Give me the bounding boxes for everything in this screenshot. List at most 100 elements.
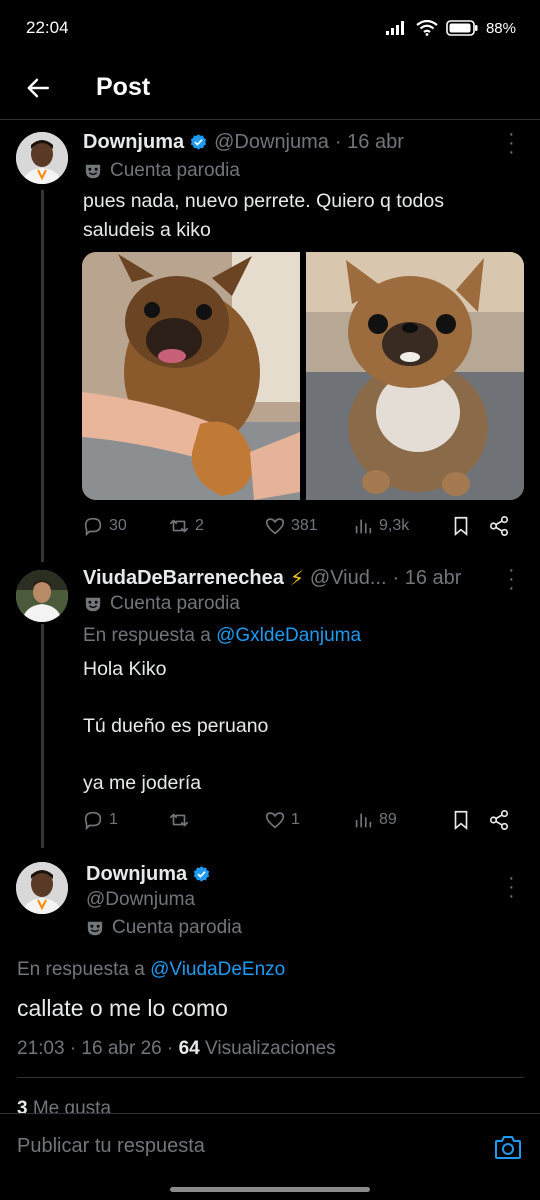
tweet-text-line: pues nada, nuevo perrete. Quiero q todos	[83, 190, 444, 212]
display-name[interactable]: Downjuma	[86, 863, 187, 886]
thread-connector	[41, 190, 44, 562]
likes-summary[interactable]: 3 Me gusta	[17, 1098, 111, 1113]
parody-mask-icon	[85, 164, 101, 179]
reply-count: 1	[109, 811, 118, 828]
views-icon	[355, 519, 372, 534]
views-button[interactable]: 9,3k	[352, 515, 450, 537]
retweet-icon	[169, 519, 189, 533]
reply-button[interactable]: 30	[82, 515, 168, 537]
bookmark-icon	[454, 810, 468, 831]
mention-link[interactable]: @GxldeDanjuma	[216, 625, 361, 646]
views-count: 89	[379, 811, 397, 828]
lightning-emoji: ⚡	[289, 568, 304, 590]
tweet-text: pues nada, nuevo perrete. Quiero q todos…	[83, 187, 444, 245]
replying-to: En respuesta a @GxldeDanjuma	[83, 625, 361, 647]
tweet-media[interactable]	[82, 252, 524, 500]
parody-label: Cuenta parodia	[86, 917, 242, 939]
verified-badge-icon	[193, 866, 210, 882]
verified-badge-icon	[190, 134, 207, 150]
retweet-icon	[169, 813, 189, 827]
tweet-actions: 30 2 381 9,3k	[82, 515, 522, 537]
handle[interactable]: @Viud...	[310, 567, 387, 590]
tweet-text-line	[83, 741, 268, 770]
parody-mask-icon	[87, 921, 103, 936]
reply-composer: Publicar tu respuesta	[0, 1113, 540, 1179]
divider	[17, 1077, 524, 1078]
replying-to-label: En respuesta a	[83, 625, 211, 646]
share-button[interactable]	[488, 515, 510, 537]
retweet-button[interactable]	[168, 809, 264, 831]
handle[interactable]: @Downjuma	[214, 131, 329, 154]
status-icons: 88%	[385, 20, 516, 37]
reply-icon	[84, 811, 102, 831]
views-count: 9,3k	[379, 517, 410, 534]
main-tweet-text: callate o me lo como	[17, 995, 228, 1021]
tweet-text-line: Hola Kiko	[83, 658, 167, 680]
status-bar: 22:04 88%	[0, 0, 540, 56]
replying-to-label: En respuesta a	[17, 959, 145, 980]
views-icon	[355, 813, 372, 828]
views-button[interactable]: 89	[352, 809, 450, 831]
back-button[interactable]	[18, 68, 58, 108]
like-count: 1	[291, 811, 300, 828]
more-options-icon[interactable]: · · ·	[508, 560, 515, 598]
parody-label-text: Cuenta parodia	[110, 160, 240, 181]
dog-photo-1[interactable]	[82, 252, 300, 500]
tweet-author-row: ViudaDeBarrenechea ⚡ @Viud... · 16 abr	[83, 566, 498, 591]
more-options-icon[interactable]: · · ·	[508, 868, 515, 906]
bookmark-button[interactable]	[450, 809, 488, 831]
avatar-image	[16, 570, 68, 622]
reply-input[interactable]: Publicar tu respuesta	[17, 1135, 205, 1158]
replying-to: En respuesta a @ViudaDeEnzo	[17, 959, 285, 981]
parody-label-text: Cuenta parodia	[110, 593, 240, 614]
share-button[interactable]	[488, 809, 510, 831]
bookmark-button[interactable]	[450, 515, 488, 537]
like-button[interactable]: 1	[264, 809, 352, 831]
avatar[interactable]	[16, 570, 68, 622]
reply-count: 30	[109, 517, 127, 534]
retweet-button[interactable]: 2	[168, 515, 264, 537]
likes-label: Me gusta	[32, 1098, 112, 1113]
avatar[interactable]	[16, 132, 68, 184]
tweet-text: Hola Kiko Tú dueño es peruano ya me jode…	[83, 655, 268, 798]
more-options-icon[interactable]: · · ·	[508, 124, 515, 162]
views-label: Visualizaciones	[205, 1038, 336, 1059]
tweet-metadata: 21:03 · 16 abr 26 · 64 Visualizaciones	[17, 1038, 336, 1060]
retweet-count: 2	[195, 517, 204, 534]
heart-icon	[265, 518, 285, 535]
handle[interactable]: @Downjuma	[86, 889, 195, 911]
avatar-image	[16, 862, 68, 914]
avatar[interactable]	[16, 862, 68, 914]
likes-count: 3	[17, 1098, 28, 1113]
camera-icon[interactable]	[494, 1134, 522, 1160]
reply-button[interactable]: 1	[82, 809, 168, 831]
tweet-text-line: ya me jodería	[83, 772, 202, 794]
top-app-bar: Post	[0, 56, 540, 120]
tweet-actions: 1 1 89	[82, 809, 522, 831]
home-indicator[interactable]	[170, 1187, 370, 1192]
tweet-text-line: Tú dueño es peruano	[83, 715, 269, 737]
like-count: 381	[291, 517, 318, 534]
arrow-left-icon	[27, 78, 49, 97]
views-count: 64	[178, 1038, 200, 1059]
display-name[interactable]: Downjuma	[83, 131, 184, 154]
dog-photo-2[interactable]	[306, 252, 524, 500]
main-tweet-author-row: Downjuma	[86, 863, 217, 886]
tweet-time: 21:03 · 16 abr 26 ·	[17, 1038, 174, 1059]
parody-label: Cuenta parodia	[84, 160, 240, 182]
mention-link[interactable]: @ViudaDeEnzo	[150, 959, 285, 980]
status-time: 22:04	[26, 18, 69, 37]
heart-icon	[265, 812, 285, 829]
bookmark-icon	[454, 516, 468, 537]
display-name[interactable]: ViudaDeBarrenechea	[83, 567, 284, 590]
wifi-icon	[416, 20, 438, 36]
like-button[interactable]: 381	[264, 515, 352, 537]
reply-icon	[84, 517, 102, 537]
page-title: Post	[96, 73, 151, 101]
tweet-text-line	[83, 684, 268, 713]
thread-connector	[41, 624, 44, 848]
timestamp: · 16 abr	[334, 131, 404, 153]
parody-label-text: Cuenta parodia	[112, 917, 242, 938]
parody-label: Cuenta parodia	[84, 593, 240, 615]
parody-mask-icon	[85, 597, 101, 612]
